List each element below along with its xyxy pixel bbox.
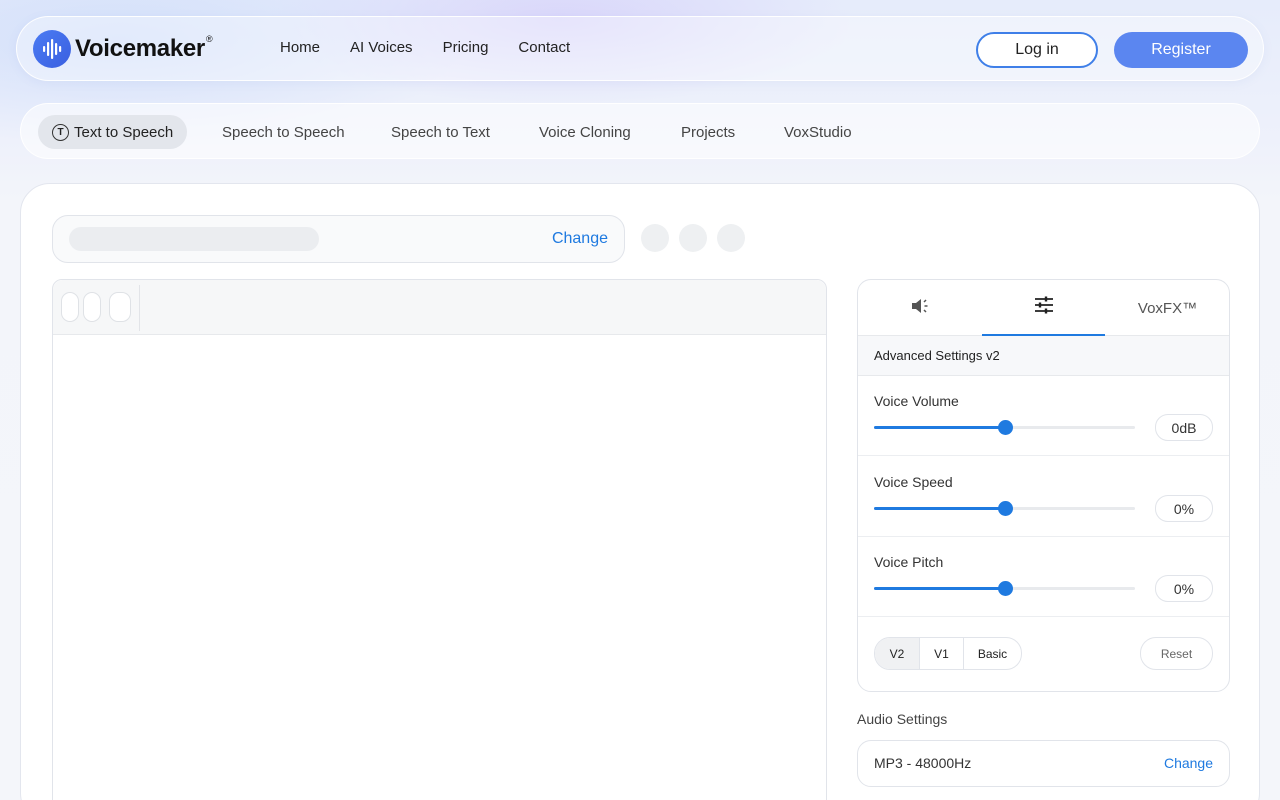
slider-value[interactable]: 0%: [1155, 575, 1213, 602]
volume-slider[interactable]: [874, 420, 1135, 435]
register-button[interactable]: Register: [1114, 32, 1248, 68]
tool-projects[interactable]: Projects: [681, 115, 735, 149]
slider-fill: [874, 587, 1005, 590]
tool-voice-cloning[interactable]: Voice Cloning: [539, 115, 631, 149]
site-header: Voicemaker ® Home AI Voices Pricing Cont…: [16, 16, 1264, 81]
logo[interactable]: Voicemaker ®: [33, 30, 213, 68]
tool-speech-to-speech[interactable]: Speech to Speech: [222, 115, 345, 149]
pitch-slider[interactable]: [874, 581, 1135, 596]
tool-speech-to-text[interactable]: Speech to Text: [391, 115, 490, 149]
nav-contact[interactable]: Contact: [518, 39, 570, 56]
advanced-settings-title: Advanced Settings v2: [858, 336, 1229, 376]
slider-thumb[interactable]: [997, 420, 1013, 435]
editor-tool-button[interactable]: [109, 292, 131, 322]
tool-label: Text to Speech: [74, 123, 174, 141]
tool-text-to-speech[interactable]: T Text to Speech: [38, 115, 188, 149]
nav-ai-voices[interactable]: AI Voices: [350, 39, 413, 56]
audio-format-selector[interactable]: MP3 - 48000Hz Change: [857, 740, 1230, 787]
tab-sound[interactable]: [858, 280, 981, 336]
editor-tool-button[interactable]: [83, 292, 101, 322]
slider-label: Voice Volume: [874, 393, 959, 409]
nav-home[interactable]: Home: [280, 39, 320, 56]
slider-fill: [874, 426, 1005, 429]
tab-advanced-settings[interactable]: [982, 280, 1105, 336]
audio-format-value: MP3 - 48000Hz: [874, 755, 972, 771]
version-v2-button[interactable]: V2: [875, 638, 920, 669]
nav-pricing[interactable]: Pricing: [443, 39, 489, 56]
main-card: Change VoxFX™ Advanced Settings v2 Voice…: [20, 183, 1260, 800]
slider-fill: [874, 507, 1005, 510]
tab-voxfx[interactable]: VoxFX™: [1106, 280, 1229, 336]
speed-slider-row: Voice Speed 0%: [858, 457, 1229, 537]
registered-mark: ®: [205, 34, 213, 44]
voice-name-placeholder: [69, 227, 319, 251]
editor-toolbar: [53, 280, 826, 335]
toolbar-divider: [139, 285, 140, 331]
text-circle-icon: T: [52, 123, 69, 141]
slider-thumb[interactable]: [997, 581, 1013, 596]
slider-label: Voice Pitch: [874, 554, 944, 570]
tool-voxstudio[interactable]: VoxStudio: [784, 115, 852, 149]
slider-value[interactable]: 0dB: [1155, 414, 1213, 441]
brand-name: Voicemaker: [75, 35, 205, 62]
slider-thumb[interactable]: [997, 501, 1013, 516]
settings-tabs: VoxFX™: [858, 280, 1229, 336]
version-v1-button[interactable]: V1: [920, 638, 964, 669]
slider-value[interactable]: 0%: [1155, 495, 1213, 522]
waveform-logo-icon: [33, 30, 71, 68]
text-editor[interactable]: [52, 279, 827, 800]
slider-label: Voice Speed: [874, 474, 953, 490]
volume-slider-row: Voice Volume 0dB: [858, 376, 1229, 456]
audio-change-link[interactable]: Change: [1164, 755, 1213, 771]
speed-slider[interactable]: [874, 501, 1135, 516]
login-button[interactable]: Log in: [976, 32, 1098, 68]
tools-bar: T Text to Speech Speech to Speech Speech…: [20, 103, 1260, 159]
reset-button[interactable]: Reset: [1140, 637, 1213, 670]
voice-change-link[interactable]: Change: [552, 230, 608, 248]
voice-action-dot[interactable]: [717, 224, 745, 252]
settings-panel: VoxFX™ Advanced Settings v2 Voice Volume…: [857, 279, 1230, 692]
main-nav: Home AI Voices Pricing Contact: [280, 39, 600, 56]
version-basic-button[interactable]: Basic: [964, 638, 1021, 669]
pitch-slider-row: Voice Pitch 0%: [858, 537, 1229, 617]
speaker-icon: [910, 297, 930, 319]
voice-action-dot[interactable]: [641, 224, 669, 252]
version-switcher: V2 V1 Basic: [874, 637, 1022, 670]
voice-selector[interactable]: Change: [52, 215, 625, 263]
editor-tool-button[interactable]: [61, 292, 79, 322]
voice-action-dot[interactable]: [679, 224, 707, 252]
audio-settings-label: Audio Settings: [857, 711, 948, 727]
sliders-icon: [1033, 295, 1055, 319]
